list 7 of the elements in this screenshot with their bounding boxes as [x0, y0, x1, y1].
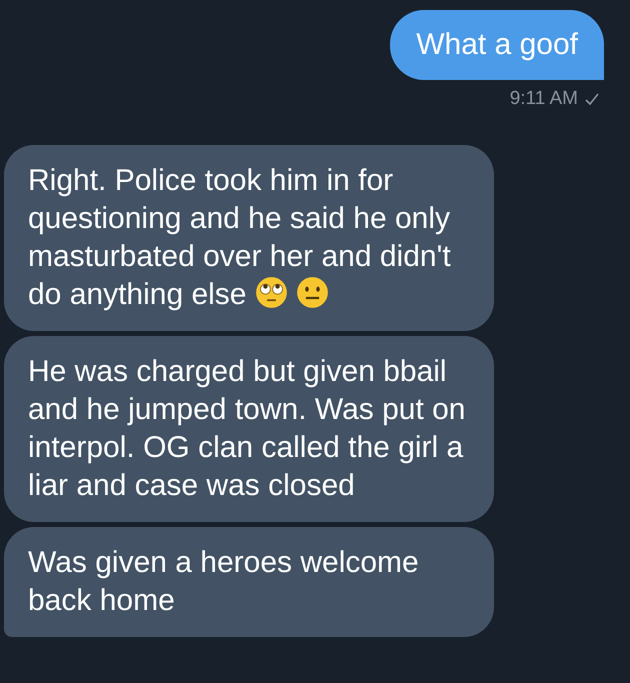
message-bubble: Right. Police took him in for questioning and he said he only masturbated over her and didn't do anything else: [4, 145, 494, 331]
message-bubble: What a goof: [390, 10, 604, 80]
message-bubble: He was charged but given bbail and he jumped town. Was put on interpol. OG clan called the girl a liar and case was closed: [4, 336, 494, 522]
message-bubble: Was given a heroes welcome back home: [4, 527, 494, 637]
neutral-face-emoji-icon: [296, 276, 328, 309]
message-time: 9:11 AM: [510, 88, 578, 110]
eye-roll-emoji-icon: [254, 276, 288, 309]
